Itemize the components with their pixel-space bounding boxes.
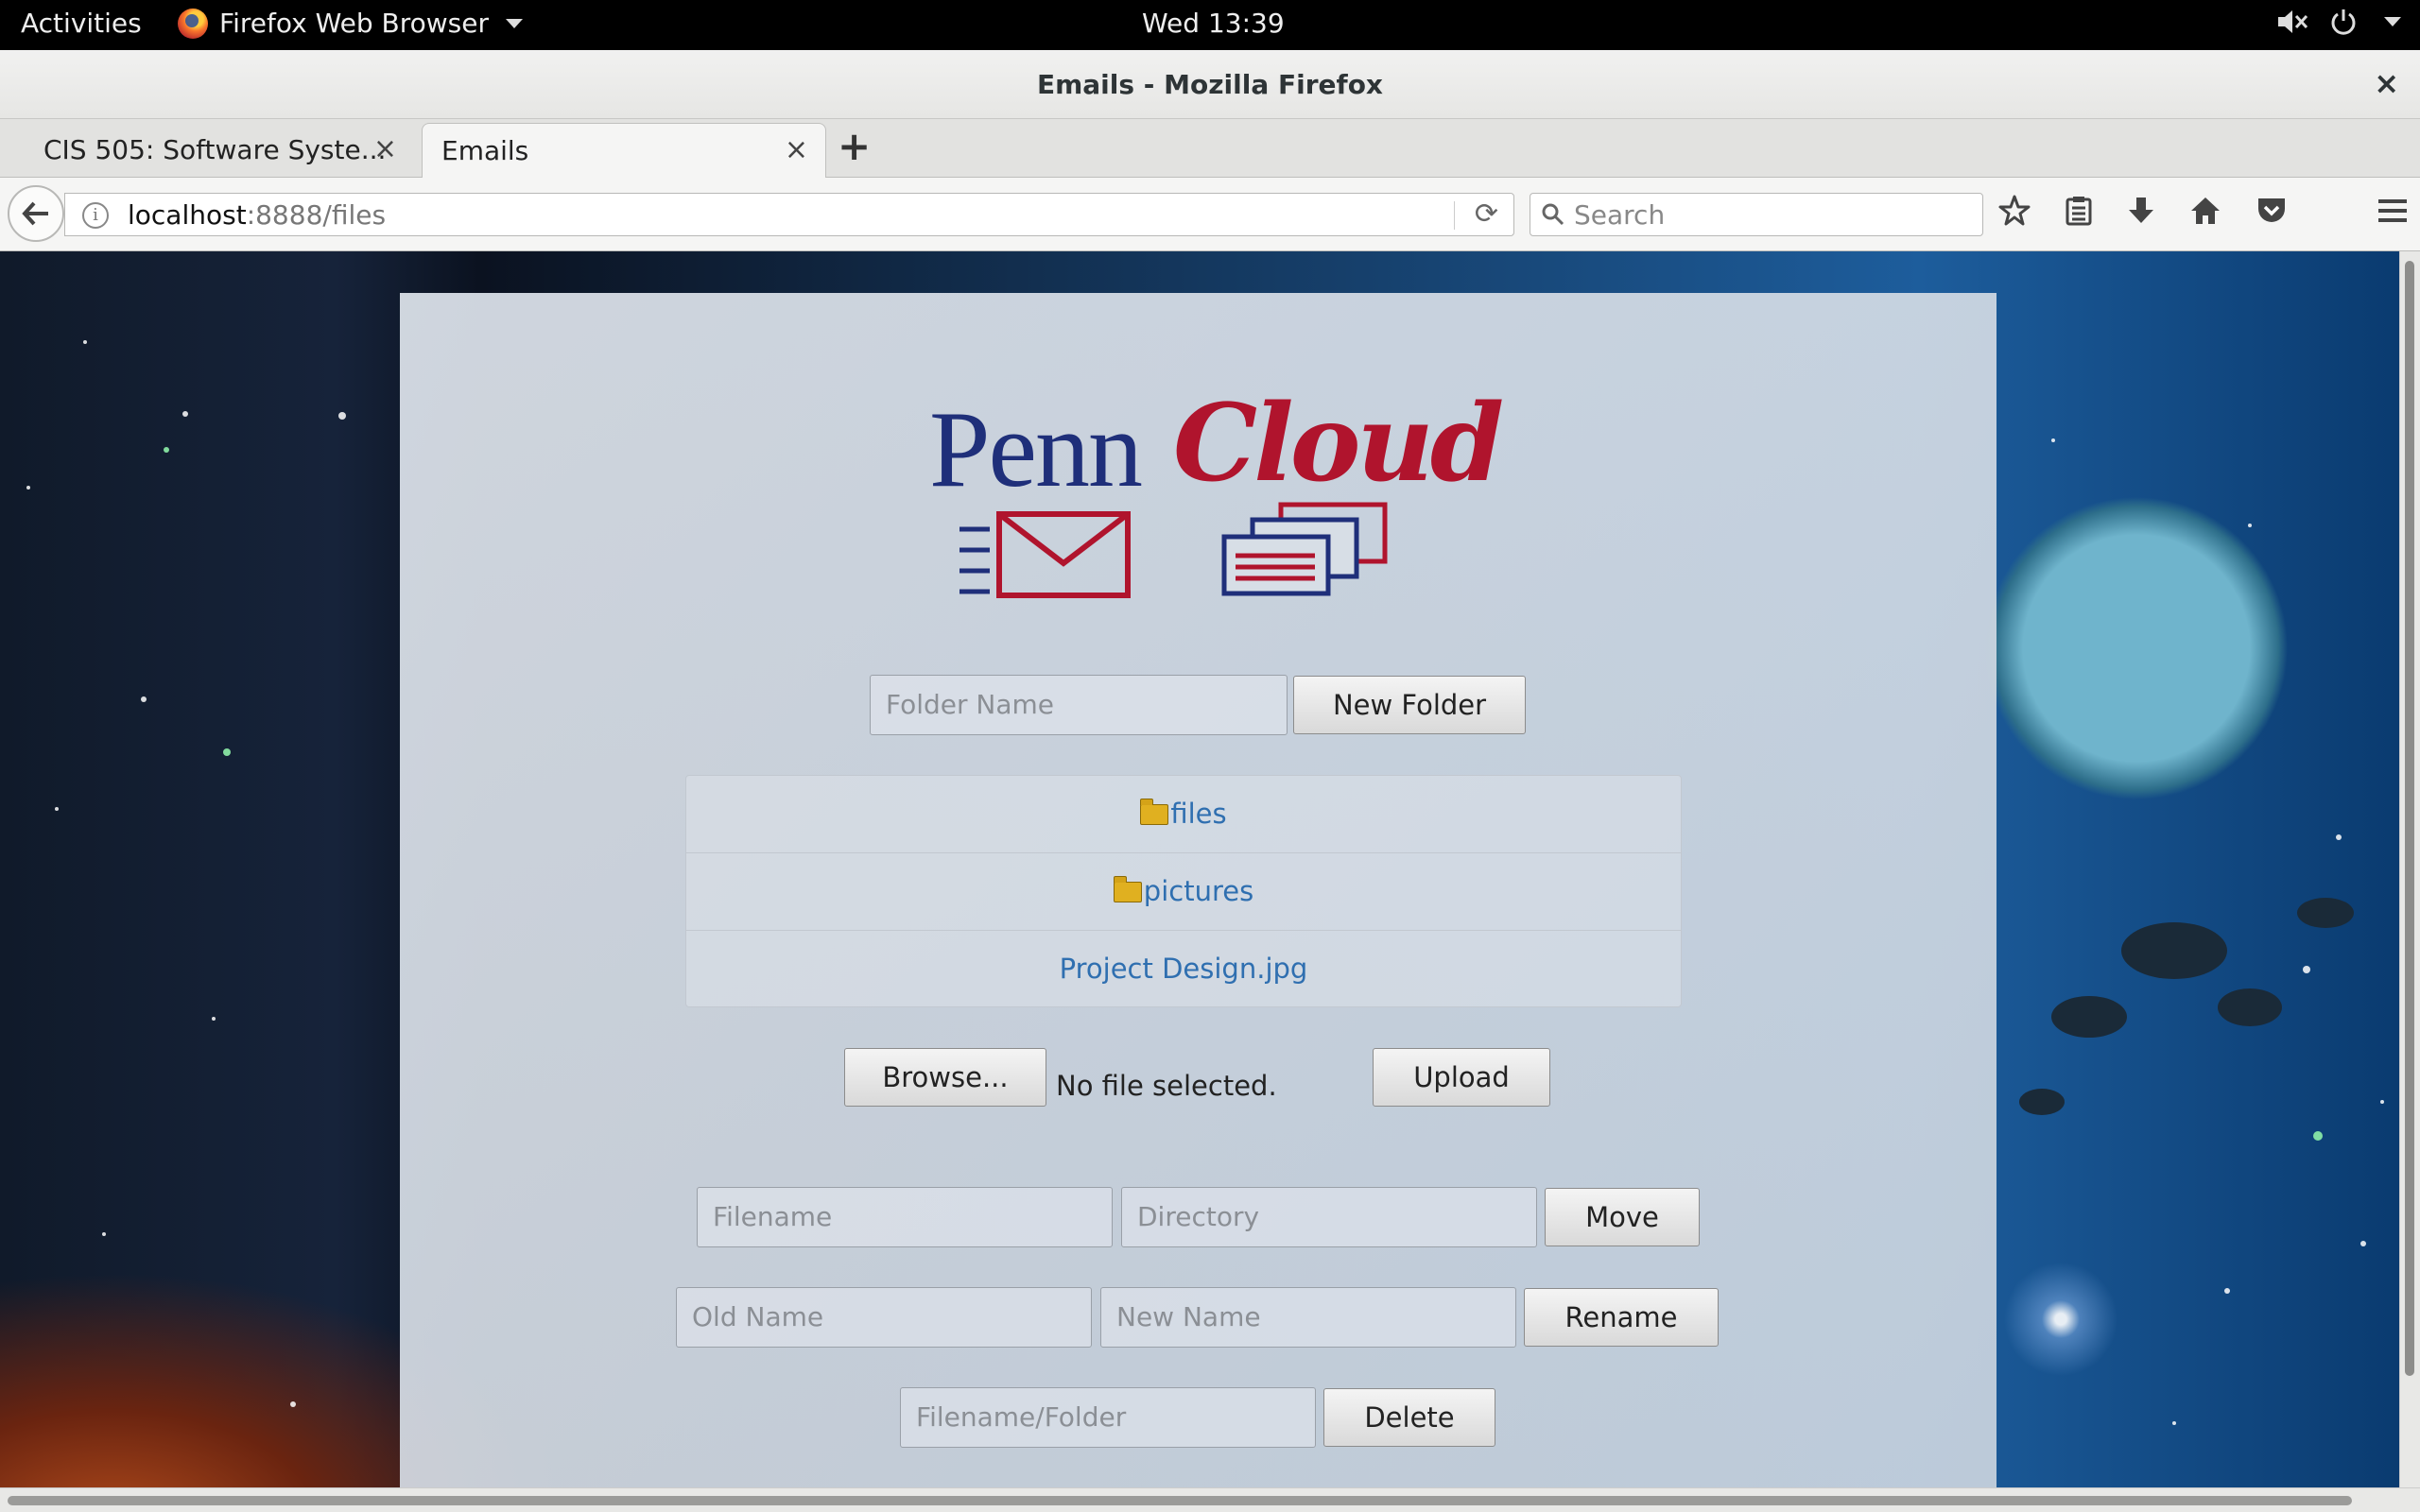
logo-penn-text: Penn [929, 389, 1143, 510]
toolbar-icons [1998, 195, 2288, 227]
move-filename-input[interactable]: Filename [697, 1187, 1113, 1247]
file-list: files pictures Project Design.jpg [685, 775, 1682, 1007]
chevron-down-icon [505, 18, 523, 28]
tab-close-icon[interactable]: × [785, 133, 808, 166]
folder-name-input[interactable]: Folder Name [870, 675, 1288, 735]
main-panel: Penn Cloud Folder Name New Folder files … [400, 293, 1996, 1487]
hamburger-menu-icon[interactable] [2377, 197, 2409, 225]
new-name-input[interactable]: New Name [1100, 1287, 1516, 1348]
download-icon[interactable] [2127, 196, 2155, 226]
chevron-down-icon [2384, 17, 2401, 26]
list-item[interactable]: files [686, 776, 1681, 853]
pocket-icon[interactable] [2256, 196, 2288, 226]
list-item[interactable]: Project Design.jpg [686, 931, 1681, 1008]
search-placeholder: Search [1574, 199, 1666, 231]
system-tray[interactable] [2276, 8, 2401, 36]
tab-label: CIS 505: Software Syste... [43, 134, 387, 165]
clock[interactable]: Wed 13:39 [1142, 8, 1285, 39]
url-text: localhost:8888/files [128, 199, 387, 231]
close-window-button[interactable]: × [2374, 65, 2399, 101]
old-name-input[interactable]: Old Name [676, 1287, 1092, 1348]
info-icon[interactable]: i [82, 202, 109, 229]
navigation-toolbar: i localhost:8888/files ⟳ Search [0, 178, 2420, 251]
logo-cloud-text: Cloud [1173, 382, 1504, 506]
folder-icon [1140, 799, 1169, 825]
scrollbar-thumb[interactable] [2405, 261, 2414, 1376]
tab-cis505[interactable]: CIS 505: Software Syste... × [0, 123, 414, 178]
search-bar[interactable]: Search [1530, 193, 1983, 236]
page-viewport: Penn Cloud Folder Name New Folder files … [0, 251, 2399, 1487]
reload-icon[interactable]: ⟳ [1475, 198, 1498, 231]
home-icon[interactable] [2189, 196, 2221, 226]
browse-button[interactable]: Browse... [844, 1048, 1046, 1107]
move-directory-input[interactable]: Directory [1121, 1187, 1537, 1247]
tab-close-icon[interactable]: × [373, 132, 397, 165]
tab-label: Emails [441, 135, 529, 166]
new-folder-button[interactable]: New Folder [1293, 676, 1526, 734]
rename-button[interactable]: Rename [1524, 1288, 1719, 1347]
window-title: Emails - Mozilla Firefox [1036, 69, 1383, 100]
move-button[interactable]: Move [1545, 1188, 1700, 1246]
file-status-text: No file selected. [1056, 1070, 1277, 1102]
search-icon [1542, 203, 1564, 226]
horizontal-scrollbar[interactable] [0, 1487, 2420, 1512]
reading-list-icon[interactable] [2065, 196, 2093, 226]
speaker-muted-icon [2278, 10, 2308, 33]
url-separator [1454, 201, 1455, 230]
vertical-scrollbar[interactable] [2399, 251, 2420, 1487]
tab-emails[interactable]: Emails × [422, 123, 826, 178]
back-button[interactable] [8, 185, 64, 242]
window-titlebar: Emails - Mozilla Firefox × [0, 50, 2420, 119]
item-link[interactable]: Project Design.jpg [1060, 953, 1308, 985]
list-item[interactable]: pictures [686, 853, 1681, 931]
scrollbar-thumb[interactable] [8, 1496, 2352, 1505]
tab-bar: CIS 505: Software Syste... × Emails × + [0, 119, 2420, 178]
url-bar[interactable]: i localhost:8888/files ⟳ [64, 193, 1514, 236]
folder-icon [1113, 876, 1142, 902]
bookmark-star-icon[interactable] [1998, 195, 2031, 227]
system-top-bar: Activities Firefox Web Browser Wed 13:39 [0, 0, 2420, 50]
app-menu-label: Firefox Web Browser [219, 8, 489, 39]
app-menu[interactable]: Firefox Web Browser [178, 8, 523, 39]
item-link[interactable]: files [1170, 798, 1226, 830]
power-icon [2331, 9, 2356, 35]
activities-button[interactable]: Activities [21, 8, 142, 39]
delete-target-input[interactable]: Filename/Folder [900, 1387, 1316, 1448]
mail-icon [959, 511, 1131, 598]
item-link[interactable]: pictures [1144, 875, 1253, 907]
documents-icon [1221, 502, 1388, 596]
penncloud-logo: Penn Cloud [929, 382, 1504, 605]
firefox-icon [178, 8, 208, 39]
new-tab-button[interactable]: + [838, 123, 871, 169]
upload-button[interactable]: Upload [1373, 1048, 1550, 1107]
delete-button[interactable]: Delete [1323, 1388, 1495, 1447]
back-arrow-icon [22, 201, 48, 226]
